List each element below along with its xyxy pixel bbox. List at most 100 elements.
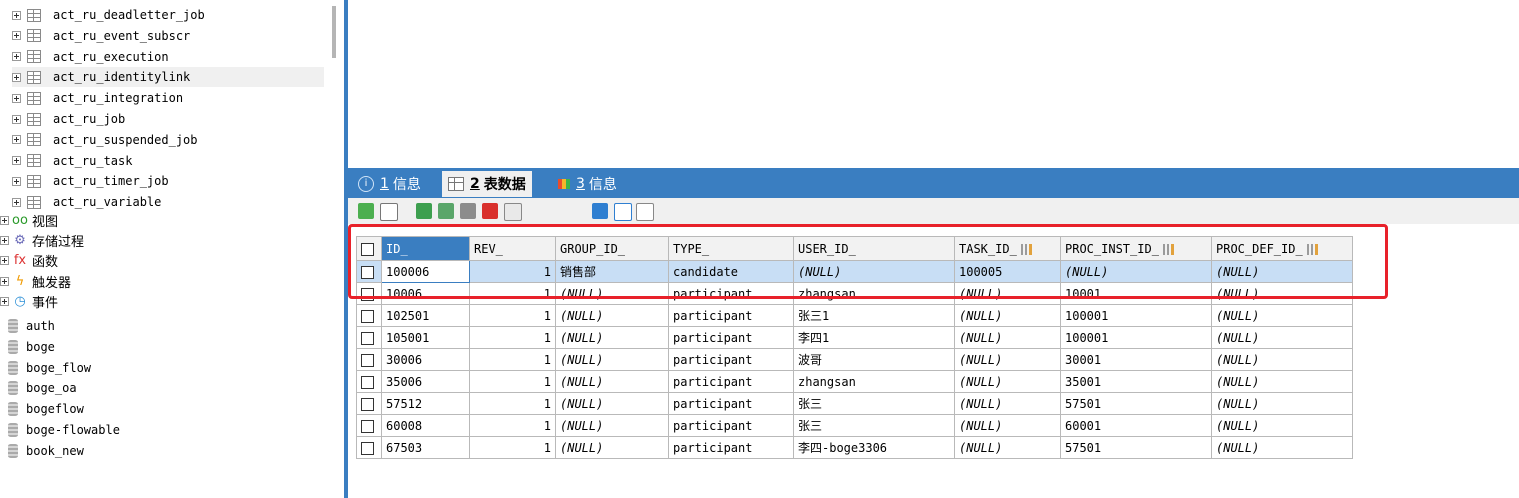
table-cell[interactable]: (NULL) [1211, 260, 1353, 283]
expand-icon[interactable] [0, 215, 9, 225]
column-header-user-id[interactable]: USER_ID_ [793, 236, 955, 261]
table-cell[interactable]: 张三 [793, 414, 955, 437]
table-cell[interactable]: 张三 [793, 392, 955, 415]
table-row[interactable]: 102501 1 (NULL) participant 张三1 (NULL) 100001(… [356, 304, 1353, 327]
add-row-icon[interactable] [358, 203, 374, 219]
table-cell[interactable]: 1 [469, 436, 556, 459]
table-cell[interactable]: (NULL) [555, 436, 669, 459]
tree-item-table[interactable]: act_ru_timer_job [12, 171, 324, 191]
table-cell[interactable]: 10006 [381, 282, 470, 305]
table-cell[interactable]: (NULL) [954, 326, 1061, 349]
table-cell[interactable]: (NULL) [555, 392, 669, 415]
tree-item-table[interactable]: act_ru_execution [12, 47, 324, 67]
table-cell[interactable]: (NULL) [1211, 414, 1353, 437]
row-checkbox[interactable] [356, 260, 382, 283]
tree-item-table[interactable]: act_ru_integration [12, 88, 324, 108]
expand-icon[interactable] [12, 176, 21, 186]
expand-icon[interactable] [12, 72, 21, 82]
table-cell[interactable]: 销售部 [555, 260, 669, 283]
table-cell[interactable]: 1 [469, 326, 556, 349]
tree-item-table[interactable]: act_ru_suspended_job [12, 130, 324, 150]
table-row[interactable]: 100006 1 销售部 candidate (NULL) 100005 (NULL) (NU… [356, 260, 1353, 283]
table-cell[interactable]: 1 [469, 370, 556, 393]
table-cell[interactable]: (NULL) [1211, 326, 1353, 349]
tab-info-3[interactable]: 3 信息 [558, 171, 617, 197]
tree-item-database[interactable]: auth [6, 316, 55, 336]
tree-item-table[interactable]: act_ru_event_subscr [12, 26, 324, 46]
table-row[interactable]: 57512 1 (NULL) participant 张三 (NULL) 57501 (NUL… [356, 392, 1353, 415]
column-header-proc-inst-id[interactable]: PROC_INST_ID_ [1060, 236, 1212, 261]
column-header-proc-def-id[interactable]: PROC_DEF_ID_ [1211, 236, 1353, 261]
expand-icon[interactable] [12, 156, 21, 166]
table-cell[interactable]: (NULL) [1211, 304, 1353, 327]
tree-item-category[interactable]: ⚙ 存储过程 [0, 230, 84, 250]
table-cell[interactable]: (NULL) [954, 414, 1061, 437]
column-header-id[interactable]: ID_ [381, 236, 470, 261]
tree-item-database[interactable]: boge-flowable [6, 420, 120, 440]
grid-view-icon[interactable] [592, 203, 608, 219]
table-cell[interactable]: (NULL) [954, 392, 1061, 415]
row-checkbox[interactable] [356, 326, 382, 349]
tree-item-category[interactable]: ϟ 触发器 [0, 271, 71, 291]
table-cell[interactable]: (NULL) [954, 348, 1061, 371]
table-cell[interactable]: 100001 [1060, 326, 1212, 349]
tree-item-database[interactable]: boge_flow [6, 358, 91, 378]
table-cell[interactable]: 1 [469, 392, 556, 415]
table-cell[interactable]: (NULL) [555, 414, 669, 437]
table-cell[interactable]: participant [668, 370, 794, 393]
row-checkbox[interactable] [356, 392, 382, 415]
table-cell[interactable]: 100005 [954, 260, 1061, 283]
grid-options-icon[interactable] [380, 203, 398, 221]
tree-item-table[interactable]: act_ru_identitylink [12, 67, 324, 88]
table-cell[interactable]: 李四1 [793, 326, 955, 349]
expand-icon[interactable] [0, 276, 9, 286]
table-cell[interactable]: (NULL) [555, 348, 669, 371]
row-checkbox[interactable] [356, 348, 382, 371]
table-cell[interactable]: 张三1 [793, 304, 955, 327]
row-checkbox[interactable] [356, 414, 382, 437]
expand-icon[interactable] [12, 93, 21, 103]
table-cell[interactable]: (NULL) [954, 282, 1061, 305]
table-cell[interactable]: 30001 [1060, 348, 1212, 371]
row-checkbox[interactable] [356, 282, 382, 305]
table-cell[interactable]: zhangsan [793, 370, 955, 393]
table-cell[interactable]: 10001 [1060, 282, 1212, 305]
table-row[interactable]: 10006 1 (NULL) participant zhangsan (NULL) 100… [356, 282, 1353, 305]
tree-item-database[interactable]: book_new [6, 441, 84, 461]
form-view-icon[interactable] [614, 203, 632, 221]
tree-item-table[interactable]: act_ru_job [12, 109, 324, 129]
expand-icon[interactable] [12, 197, 21, 207]
expand-icon[interactable] [0, 235, 9, 245]
delete-icon[interactable] [482, 203, 498, 219]
table-cell[interactable]: (NULL) [555, 304, 669, 327]
table-cell[interactable]: (NULL) [555, 326, 669, 349]
table-cell[interactable]: (NULL) [1211, 348, 1353, 371]
tree-item-database[interactable]: boge [6, 337, 55, 357]
expand-icon[interactable] [12, 10, 21, 20]
tree-scrollbar[interactable] [332, 6, 336, 58]
tree-item-category[interactable]: oo 视图 [0, 210, 58, 230]
tree-item-table[interactable]: act_ru_deadletter_job [12, 5, 324, 25]
table-cell[interactable]: 30006 [381, 348, 470, 371]
tree-item-category[interactable]: fx 函数 [0, 251, 58, 271]
table-row[interactable]: 60008 1 (NULL) participant 张三 (NULL) 60001 (NUL… [356, 414, 1353, 437]
select-all-checkbox[interactable] [356, 236, 382, 261]
table-cell[interactable]: participant [668, 348, 794, 371]
text-view-icon[interactable] [636, 203, 654, 221]
table-cell[interactable]: 105001 [381, 326, 470, 349]
tab-info-1[interactable]: i 1 信息 [358, 171, 421, 197]
table-row[interactable]: 105001 1 (NULL) participant 李四1 (NULL) 100001(… [356, 326, 1353, 349]
table-cell[interactable]: (NULL) [1060, 260, 1212, 283]
tab-table-data[interactable]: 2 表数据 [442, 171, 532, 197]
save-icon[interactable] [460, 203, 476, 219]
table-cell[interactable]: zhangsan [793, 282, 955, 305]
table-cell[interactable]: (NULL) [555, 282, 669, 305]
table-cell[interactable]: (NULL) [954, 436, 1061, 459]
expand-icon[interactable] [12, 52, 21, 62]
table-cell[interactable]: 1 [469, 304, 556, 327]
table-cell[interactable]: 102501 [381, 304, 470, 327]
table-cell[interactable]: (NULL) [1211, 370, 1353, 393]
table-cell[interactable]: (NULL) [1211, 282, 1353, 305]
filter-icon[interactable] [504, 203, 522, 221]
tree-item-category[interactable]: ◷ 事件 [0, 292, 58, 312]
